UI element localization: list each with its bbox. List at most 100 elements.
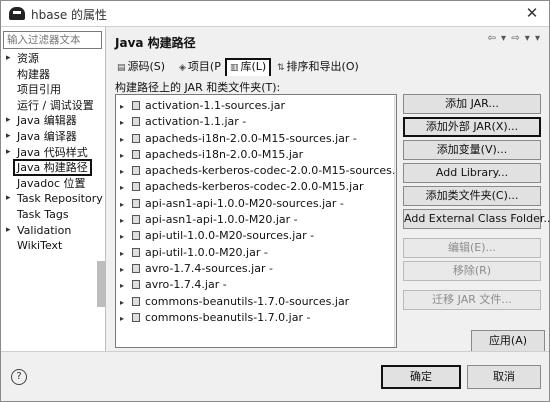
expand-arrow-icon[interactable]: ▸	[120, 278, 130, 294]
tab-label: 项目(P	[187, 60, 221, 73]
nav-item-java-compiler[interactable]: ▸ Java 编译器	[1, 129, 105, 145]
nav-item-task-tags[interactable]: Task Tags	[1, 207, 105, 223]
nav-item-label: Java 编辑器	[17, 114, 77, 128]
jar-list-item[interactable]: ▸ avro-1.7.4-sources.jar -	[116, 261, 396, 277]
nav-item-label: Java 代码样式	[17, 145, 88, 159]
scrollbar-thumb[interactable]	[396, 113, 397, 225]
nav-item-label: Task Tags	[17, 207, 69, 221]
jar-list-label: 构建路径上的 JAR 和类文件夹(T):	[115, 81, 281, 94]
nav-item-run-debug-settings[interactable]: 运行 / 调试设置	[1, 98, 105, 114]
add-library-button[interactable]: Add Library...	[403, 163, 541, 183]
tab-order-export[interactable]: ⇅ 排序和导出(O)	[277, 58, 359, 76]
nav-item-label: 运行 / 调试设置	[17, 98, 94, 112]
jar-list[interactable]: ▸ activation-1.1-sources.jar ▸ activation-1…	[115, 94, 397, 348]
nav-item-label: Java 构建路径	[13, 159, 92, 177]
properties-dialog: hbase 的属性 ✕ ▸资源 构建器 项目引用 运行 / 调试设置 ▸Java…	[0, 0, 550, 402]
migrate-jar-button[interactable]: 迁移 JAR 文件...	[403, 290, 541, 310]
expand-arrow-icon[interactable]: ▸	[120, 132, 130, 148]
ok-button[interactable]: 确定	[381, 365, 461, 389]
expand-arrow-icon[interactable]: ▸	[120, 262, 130, 278]
expand-arrow-icon[interactable]: ▸	[6, 129, 11, 145]
expand-arrow-icon[interactable]: ▸	[120, 164, 130, 180]
nav-item-resource[interactable]: ▸ 资源	[1, 51, 105, 67]
jar-list-item[interactable]: ▸ avro-1.7.4.jar -	[116, 277, 396, 293]
help-icon[interactable]: ?	[11, 369, 27, 385]
add-external-jar-button[interactable]: 添加外部 JAR(X)...	[403, 117, 541, 137]
expand-arrow-icon[interactable]: ▸	[6, 51, 11, 67]
expand-arrow-icon[interactable]: ▸	[120, 99, 130, 115]
add-external-class-folder-button[interactable]: Add External Class Folder...	[403, 209, 550, 229]
nav-item-javadoc-location[interactable]: Javadoc 位置	[1, 176, 105, 192]
jar-list-item[interactable]: ▸ commons-beanutils-1.7.0-sources.jar	[116, 294, 396, 310]
apply-button[interactable]: 应用(A)	[471, 330, 545, 352]
tab-libraries[interactable]: ▥ 库(L)	[225, 58, 272, 76]
jar-list-item[interactable]: ▸ api-util-1.0.0-M20.jar -	[116, 245, 396, 261]
app-icon	[9, 7, 25, 20]
close-icon[interactable]: ✕	[523, 4, 541, 22]
window-title: hbase 的属性	[31, 8, 108, 22]
jar-file-name: api-util-1.0.0-M20-sources.jar -	[145, 229, 315, 243]
nav-item-wikitext[interactable]: WikiText	[1, 238, 105, 254]
jar-list-item[interactable]: ▸ apacheds-kerberos-codec-2.0.0-M15-sourc…	[116, 163, 396, 179]
jar-file-name: commons-beanutils-1.7.0.jar -	[145, 310, 311, 324]
add-jar-button[interactable]: 添加 JAR...	[403, 94, 541, 114]
add-variable-button[interactable]: 添加变量(V)...	[403, 140, 541, 160]
expand-arrow-icon[interactable]: ▸	[6, 145, 11, 161]
jar-file-name: apacheds-i18n-2.0.0-M15-sources.jar -	[145, 131, 357, 145]
jar-list-item[interactable]: ▸ api-util-1.0.0-M20-sources.jar -	[116, 228, 396, 244]
jar-file-icon	[132, 215, 140, 225]
nav-item-builders[interactable]: 构建器	[1, 67, 105, 83]
expand-arrow-icon[interactable]: ▸	[120, 197, 130, 213]
jar-list-item[interactable]: ▸ activation-1.1.jar -	[116, 114, 396, 130]
jar-file-icon	[132, 149, 140, 159]
tab-projects[interactable]: ◈ 项目(P	[179, 58, 221, 76]
jar-list-scrollbar[interactable]	[394, 96, 397, 347]
nav-item-java-code-style[interactable]: ▸ Java 代码样式	[1, 145, 105, 161]
tab-label: 库(L)	[240, 60, 267, 73]
jar-list-item[interactable]: ▸ apacheds-i18n-2.0.0-M15-sources.jar -	[116, 131, 396, 147]
jar-file-icon	[132, 101, 140, 110]
jar-list-item[interactable]: ▸ apacheds-i18n-2.0.0-M15.jar	[116, 147, 396, 163]
expand-arrow-icon[interactable]: ▸	[120, 213, 130, 229]
expand-arrow-icon[interactable]: ▸	[6, 223, 11, 239]
jar-file-name: api-asn1-api-1.0.0-M20-sources.jar -	[145, 196, 344, 210]
jar-list-item[interactable]: ▸ api-asn1-api-1.0.0-M20-sources.jar -	[116, 196, 396, 212]
expand-arrow-icon[interactable]: ▸	[120, 311, 130, 327]
expand-arrow-icon[interactable]: ▸	[120, 246, 130, 262]
jar-file-name: activation-1.1.jar -	[145, 115, 247, 129]
nav-item-java-build-path[interactable]: Java 构建路径	[1, 159, 105, 177]
jar-list-item[interactable]: ▸ apacheds-kerberos-codec-2.0.0-M15.jar	[116, 179, 396, 195]
nav-item-task-repository[interactable]: ▸ Task Repository	[1, 191, 105, 207]
nav-item-java-editor[interactable]: ▸ Java 编辑器	[1, 113, 105, 129]
build-path-page: Java 构建路径 ⇦ ▾ ⇨ ▾ ▾ ▤ 源码(S) ◈ 项目(P ▥ 库(L) ⇅…	[107, 27, 550, 352]
remove-button[interactable]: 移除(R)	[403, 261, 541, 281]
order-icon: ⇅	[277, 63, 285, 73]
nav-item-label: 项目引用	[17, 83, 61, 97]
nav-item-label: 构建器	[17, 67, 50, 81]
jar-list-item[interactable]: ▸ activation-1.1-sources.jar	[116, 98, 396, 114]
library-icon: ▥	[230, 63, 239, 73]
edit-button[interactable]: 编辑(E)...	[403, 238, 541, 258]
expand-arrow-icon[interactable]: ▸	[6, 191, 11, 207]
jar-list-item[interactable]: ▸ api-asn1-api-1.0.0-M20.jar -	[116, 212, 396, 228]
source-folder-icon: ▤	[117, 63, 126, 73]
nav-item-project-references[interactable]: 项目引用	[1, 82, 105, 98]
expand-arrow-icon[interactable]: ▸	[120, 229, 130, 245]
nav-item-label: Java 编译器	[17, 129, 77, 143]
add-class-folder-button[interactable]: 添加类文件夹(C)...	[403, 186, 541, 206]
jar-file-name: api-util-1.0.0-M20.jar -	[145, 245, 268, 259]
expand-arrow-icon[interactable]: ▸	[6, 113, 11, 129]
category-scrollbar[interactable]	[97, 261, 105, 307]
cancel-button[interactable]: 取消	[467, 365, 541, 389]
expand-arrow-icon[interactable]: ▸	[120, 295, 130, 311]
expand-arrow-icon[interactable]: ▸	[120, 180, 130, 196]
expand-arrow-icon[interactable]: ▸	[120, 148, 130, 164]
jar-file-icon	[132, 231, 140, 241]
project-icon: ◈	[179, 63, 186, 73]
filter-input[interactable]	[3, 31, 102, 49]
expand-arrow-icon[interactable]: ▸	[120, 115, 130, 131]
tab-source[interactable]: ▤ 源码(S)	[117, 58, 165, 76]
nav-item-validation[interactable]: ▸ Validation	[1, 223, 105, 239]
history-nav-buttons[interactable]: ⇦ ▾ ⇨ ▾ ▾	[487, 33, 541, 44]
jar-list-item[interactable]: ▸ commons-beanutils-1.7.0.jar -	[116, 310, 396, 326]
